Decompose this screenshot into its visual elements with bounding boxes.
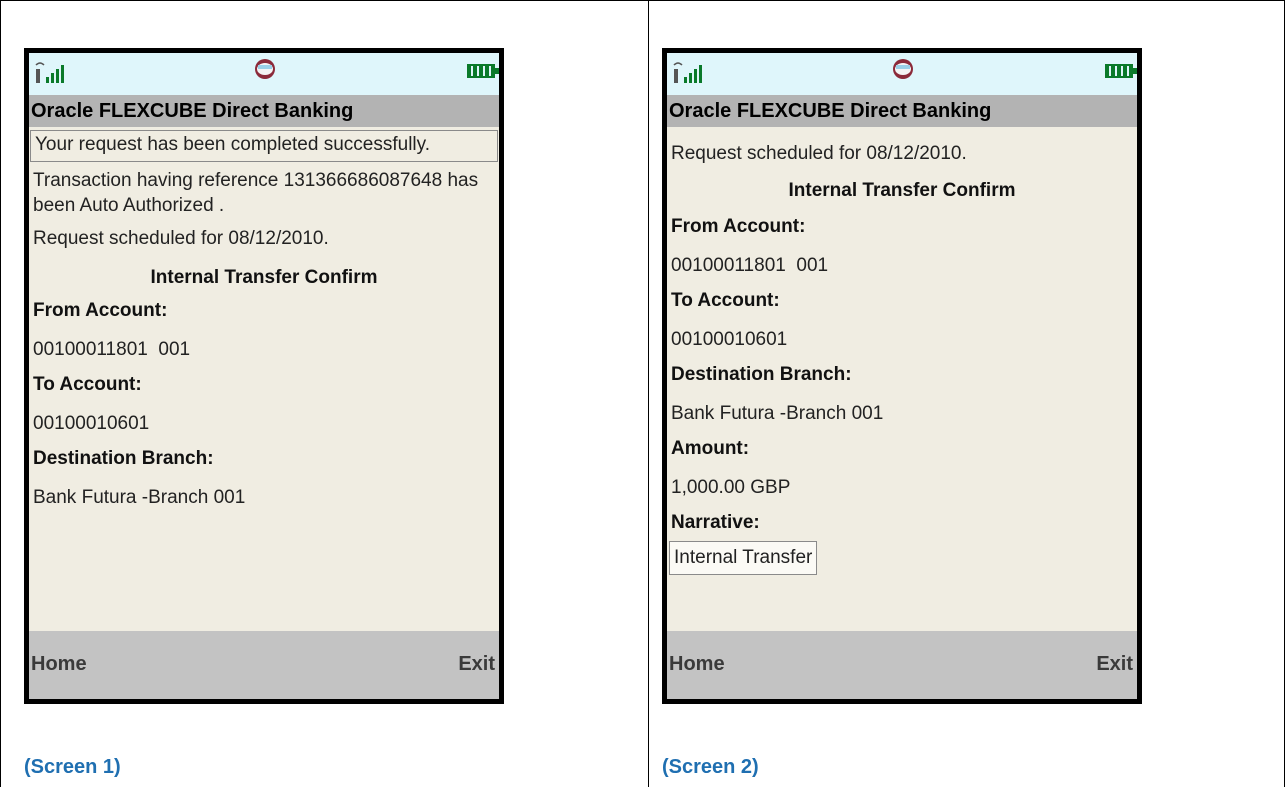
screen-2-caption: (Screen 2) bbox=[662, 756, 759, 778]
from-account-value: 00100011801 001 bbox=[33, 339, 191, 360]
exit-softkey[interactable]: Exit bbox=[1096, 653, 1133, 676]
scheduled-message: Request scheduled for 08/12/2010. bbox=[671, 143, 967, 164]
to-account-label: To Account: bbox=[671, 290, 780, 311]
narrative-label: Narrative: bbox=[671, 512, 760, 533]
phone-display: Oracle FLEXCUBE Direct Banking Your requ… bbox=[29, 53, 499, 699]
status-bar bbox=[667, 53, 1137, 95]
amount-label: Amount: bbox=[671, 438, 750, 459]
success-message: Your request has been completed successf… bbox=[30, 130, 498, 162]
globe-icon bbox=[255, 59, 275, 79]
transaction-message: Transaction having reference 13136668608… bbox=[33, 170, 479, 216]
phone-screen-1: Oracle FLEXCUBE Direct Banking Your requ… bbox=[24, 48, 504, 704]
destination-branch-value: Bank Futura -Branch 001 bbox=[671, 403, 884, 424]
home-softkey[interactable]: Home bbox=[31, 653, 87, 676]
status-bar bbox=[29, 53, 499, 95]
screen-1-caption: (Screen 1) bbox=[24, 756, 121, 778]
section-title: Internal Transfer Confirm bbox=[788, 180, 1016, 201]
battery-icon bbox=[1105, 64, 1137, 78]
from-account-value: 00100011801 001 bbox=[671, 255, 829, 276]
content-area: Request scheduled for 08/12/2010. Intern… bbox=[667, 127, 1137, 631]
app-title: Oracle FLEXCUBE Direct Banking bbox=[29, 95, 499, 127]
destination-branch-label: Destination Branch: bbox=[671, 364, 852, 385]
destination-branch-value: Bank Futura -Branch 001 bbox=[33, 487, 246, 508]
signal-icon bbox=[35, 62, 64, 83]
softkey-bar: Home Exit bbox=[29, 631, 499, 699]
section-title: Internal Transfer Confirm bbox=[150, 267, 378, 288]
to-account-value: 00100010601 bbox=[33, 413, 150, 434]
destination-branch-label: Destination Branch: bbox=[33, 448, 214, 469]
from-account-label: From Account: bbox=[671, 216, 806, 237]
table-column-divider bbox=[648, 0, 649, 787]
exit-softkey[interactable]: Exit bbox=[458, 653, 495, 676]
battery-icon bbox=[467, 64, 499, 78]
amount-value: 1,000.00 GBP bbox=[671, 477, 791, 498]
narrative-field[interactable]: Internal Transfer bbox=[669, 541, 818, 575]
softkey-bar: Home Exit bbox=[667, 631, 1137, 699]
scheduled-message: Request scheduled for 08/12/2010. bbox=[33, 228, 329, 249]
phone-screen-2: Oracle FLEXCUBE Direct Banking Request s… bbox=[662, 48, 1142, 704]
table-left-border bbox=[0, 0, 1, 787]
signal-icon bbox=[673, 62, 702, 83]
from-account-label: From Account: bbox=[33, 300, 168, 321]
phone-display: Oracle FLEXCUBE Direct Banking Request s… bbox=[667, 53, 1137, 699]
table-top-border bbox=[0, 0, 1285, 1]
to-account-value: 00100010601 bbox=[671, 329, 788, 350]
globe-icon bbox=[893, 59, 913, 79]
app-title: Oracle FLEXCUBE Direct Banking bbox=[667, 95, 1137, 127]
content-area: Your request has been completed successf… bbox=[29, 127, 499, 631]
to-account-label: To Account: bbox=[33, 374, 142, 395]
home-softkey[interactable]: Home bbox=[669, 653, 725, 676]
